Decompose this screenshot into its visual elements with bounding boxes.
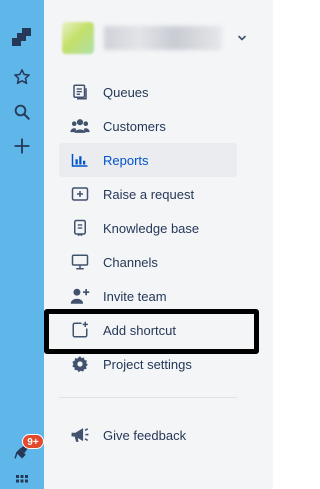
invite-team-icon bbox=[68, 284, 92, 308]
sidebar-item-label: Channels bbox=[103, 254, 158, 270]
sidebar-item-customers[interactable]: Customers bbox=[59, 109, 237, 143]
sidebar-item-reports[interactable]: Reports bbox=[59, 143, 237, 177]
plus-icon[interactable] bbox=[7, 131, 37, 161]
sidebar-item-label: Raise a request bbox=[103, 186, 195, 202]
give-feedback-label: Give feedback bbox=[103, 427, 187, 443]
gear-icon bbox=[68, 352, 92, 376]
sidebar-item-label: Add shortcut bbox=[103, 322, 176, 338]
raise-request-icon bbox=[68, 182, 92, 206]
sidebar-item-queues[interactable]: Queues bbox=[59, 75, 237, 109]
queues-icon bbox=[68, 80, 92, 104]
sidebar-item-invite-team[interactable]: Invite team bbox=[59, 279, 237, 313]
sidebar-divider bbox=[59, 397, 237, 398]
megaphone-icon bbox=[68, 423, 92, 447]
sidebar-item-label: Knowledge base bbox=[103, 220, 200, 236]
knowledge-base-icon bbox=[68, 216, 92, 240]
sidebar-item-knowledge-base[interactable]: Knowledge base bbox=[59, 211, 237, 245]
project-header[interactable] bbox=[62, 18, 246, 58]
sidebar-item-channels[interactable]: Channels bbox=[59, 245, 237, 279]
sidebar-item-label: Project settings bbox=[103, 356, 192, 372]
sidebar-item-add-shortcut[interactable]: Add shortcut bbox=[59, 313, 237, 347]
app-switcher-icon[interactable] bbox=[7, 472, 37, 489]
channels-icon bbox=[68, 250, 92, 274]
give-feedback-button[interactable]: Give feedback bbox=[59, 418, 237, 452]
chevron-down-icon[interactable] bbox=[232, 28, 252, 48]
sidebar-item-label: Reports bbox=[103, 152, 149, 168]
jira-logo-icon[interactable] bbox=[7, 22, 37, 52]
search-icon[interactable] bbox=[7, 97, 37, 127]
project-sidebar: Queues Customers Reports Raise a request… bbox=[44, 0, 273, 489]
customers-icon bbox=[68, 114, 92, 138]
sidebar-item-label: Queues bbox=[103, 84, 149, 100]
global-navigation: 9+ bbox=[0, 0, 44, 489]
sidebar-item-label: Customers bbox=[103, 118, 166, 134]
add-shortcut-icon bbox=[68, 318, 92, 342]
sidebar-item-label: Invite team bbox=[103, 288, 167, 304]
sidebar-item-raise-request[interactable]: Raise a request bbox=[59, 177, 237, 211]
project-name bbox=[104, 26, 222, 50]
star-icon[interactable] bbox=[7, 62, 37, 92]
sidebar-item-project-settings[interactable]: Project settings bbox=[59, 347, 237, 381]
notification-badge: 9+ bbox=[22, 434, 44, 449]
reports-icon bbox=[68, 148, 92, 172]
project-avatar bbox=[62, 22, 94, 54]
